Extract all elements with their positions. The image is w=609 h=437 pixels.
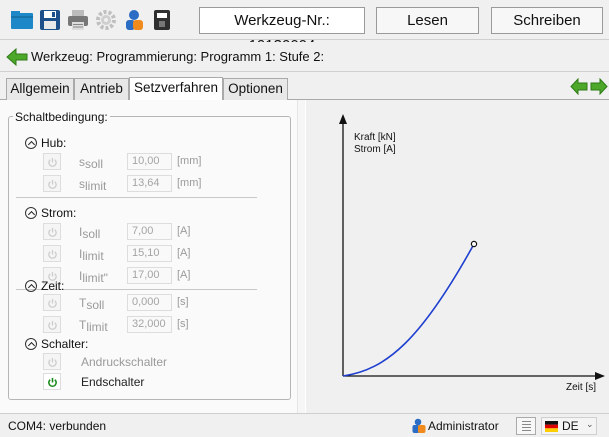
switch-condition-panel: Schaltbedingung: Hub: ssoll 10,00 [mm] s… (0, 100, 305, 413)
force-curve (342, 243, 475, 377)
zeit-heading: Zeit: (41, 279, 65, 293)
status-bar: COM4: verbunden Administrator DE ⌄ (0, 413, 609, 437)
language-selector[interactable]: DE ⌄ (541, 417, 597, 435)
write-button[interactable]: Schreiben (491, 7, 603, 34)
device-card-icon[interactable] (150, 8, 174, 32)
folder-open-icon[interactable] (10, 8, 34, 32)
t-limit-field[interactable]: 32,000 (127, 316, 172, 333)
de-flag-icon (545, 421, 558, 432)
printer-icon[interactable] (66, 8, 90, 32)
collapse-hub-icon[interactable] (25, 137, 37, 149)
s-limit-label: slimit (79, 177, 107, 193)
panel-scrollbar[interactable] (297, 100, 305, 413)
t-limit-label: Tlimit (79, 318, 108, 334)
andruck-label: Andruckschalter (81, 355, 168, 369)
back-arrow-icon[interactable] (6, 47, 28, 71)
andruck-toggle[interactable] (43, 353, 61, 370)
force-time-chart: Kraft [kN] Strom [A] Zeit [s] (306, 100, 609, 413)
s-soll-field[interactable]: 10,00 (127, 153, 172, 170)
schalter-heading: Schalter: (41, 337, 89, 351)
settings-gear-icon[interactable] (94, 8, 118, 32)
connection-status: COM4: verbunden (8, 419, 107, 433)
breadcrumb: Werkzeug: Programmierung: Programm 1: St… (0, 42, 609, 72)
t-soll-label: Tsoll (79, 296, 105, 312)
s-soll-label: ssoll (79, 155, 104, 171)
tab-bar: Allgemein Antrieb Setzverfahren Optionen (0, 76, 609, 100)
breadcrumb-text: Werkzeug: Programmierung: Programm 1: St… (31, 49, 325, 64)
i-limit-field[interactable]: 15,10 (127, 245, 172, 262)
read-button[interactable]: Lesen (376, 7, 479, 34)
chevron-down-icon: ⌄ (586, 419, 594, 429)
collapse-strom-icon[interactable] (25, 207, 37, 219)
tab-optionen[interactable]: Optionen (223, 78, 288, 100)
i-soll-toggle[interactable] (43, 223, 61, 240)
y-axis-arrow-icon (339, 114, 347, 124)
x-axis-arrow-icon (595, 372, 605, 380)
collapse-zeit-icon[interactable] (25, 280, 37, 292)
list-view-icon[interactable] (516, 417, 536, 435)
i-soll-field[interactable]: 7,00 (127, 223, 172, 240)
t-soll-toggle[interactable] (43, 294, 61, 311)
tab-setzverfahren[interactable]: Setzverfahren (129, 77, 223, 100)
chart-svg (339, 114, 605, 380)
tab-antrieb[interactable]: Antrieb (74, 78, 129, 100)
strom-heading: Strom: (41, 206, 77, 220)
s-limit-field[interactable]: 13,64 (127, 175, 172, 192)
user-name: Administrator (428, 419, 499, 433)
i-limit-unit: [A] (177, 247, 191, 259)
hub-heading: Hub: (41, 136, 67, 150)
t-limit-unit: [s] (177, 318, 189, 330)
s-soll-unit: [mm] (177, 155, 202, 167)
s-limit-unit: [mm] (177, 177, 202, 189)
curve-endpoint (470, 240, 478, 248)
i-soll-unit: [A] (177, 225, 191, 237)
i-limit-label: Ilimit (79, 247, 104, 263)
tab-content: Schaltbedingung: Hub: ssoll 10,00 [mm] s… (0, 100, 609, 413)
i-soll-label: Isoll (79, 225, 101, 241)
i-limit-toggle[interactable] (43, 245, 61, 262)
i-limit2-unit: [A] (177, 269, 191, 281)
y-axis-label-force: Kraft [kN] (354, 132, 396, 143)
save-icon[interactable] (38, 8, 62, 32)
t-soll-field[interactable]: 0,000 (127, 294, 172, 311)
end-toggle[interactable] (43, 373, 61, 390)
separator (16, 197, 257, 198)
groupbox-title: Schaltbedingung: (13, 110, 110, 124)
t-soll-unit: [s] (177, 296, 189, 308)
tab-allgemein[interactable]: Allgemein (6, 78, 74, 100)
y-axis-label-current: Strom [A] (354, 144, 396, 155)
language-code: DE (562, 419, 579, 433)
next-step-arrow-icon[interactable] (590, 77, 608, 100)
i-limit2-label: Ilimit" (79, 269, 108, 285)
i-limit2-field[interactable]: 17,00 (127, 267, 172, 284)
collapse-schalter-icon[interactable] (25, 338, 37, 350)
x-axis-label: Zeit [s] (566, 382, 597, 393)
end-label: Endschalter (81, 375, 145, 389)
s-limit-toggle[interactable] (43, 175, 61, 192)
tool-number-field: Werkzeug-Nr.: 19130004 (199, 7, 365, 54)
prev-step-arrow-icon[interactable] (570, 77, 588, 100)
user-icon[interactable] (122, 8, 146, 32)
user-icon (411, 418, 427, 436)
t-limit-toggle[interactable] (43, 316, 61, 333)
s-soll-toggle[interactable] (43, 153, 61, 170)
toolbar: Werkzeug-Nr.: 19130004 Lesen Schreiben (0, 0, 609, 54)
